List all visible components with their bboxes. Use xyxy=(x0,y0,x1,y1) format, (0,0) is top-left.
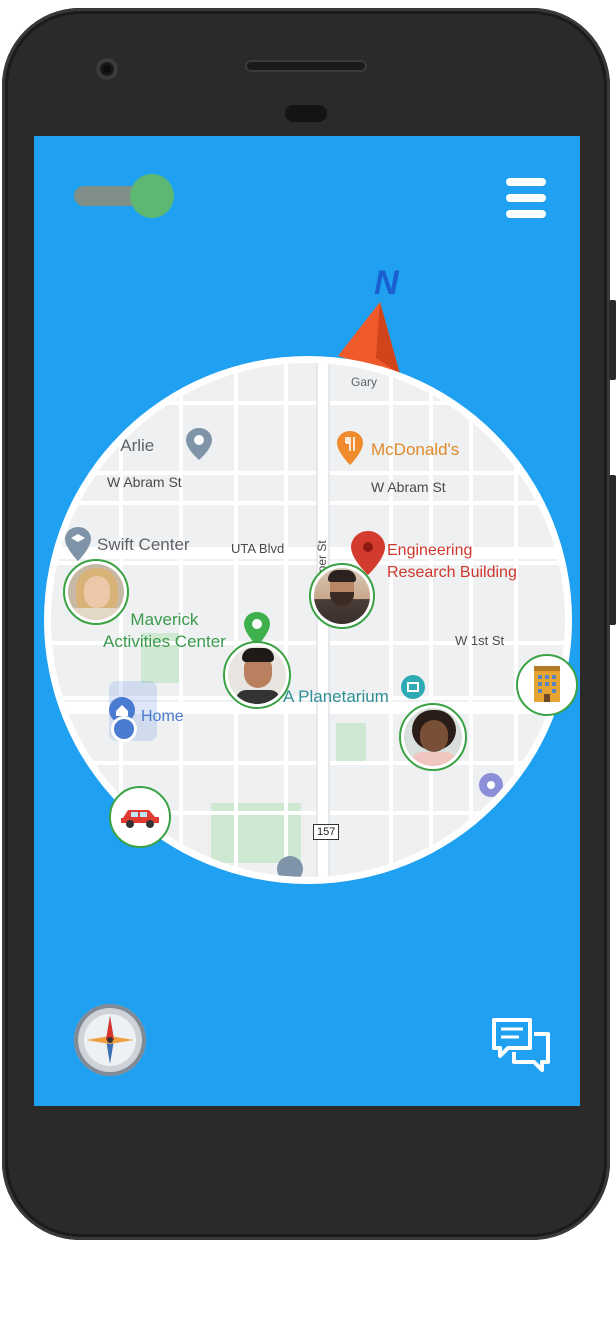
car-badge[interactable] xyxy=(109,786,171,848)
office-building-icon xyxy=(534,666,560,702)
phone-frame: N Gary e Arlie McDonald's W Abram St W A… xyxy=(2,8,610,1240)
label-uta-blvd: UTA Blvd xyxy=(231,541,285,556)
north-letter-icon: N xyxy=(374,264,399,302)
menu-bar xyxy=(506,178,546,186)
earpiece-speaker xyxy=(245,60,367,72)
building-badge[interactable] xyxy=(516,654,578,716)
purple-place-icon[interactable] xyxy=(479,773,503,797)
friend-avatar-bearded-man[interactable] xyxy=(309,563,375,629)
label-planetarium[interactable]: A Planetarium xyxy=(283,687,389,707)
label-first-st: W 1st St xyxy=(455,633,505,648)
label-arlie: e Arlie xyxy=(107,436,155,455)
app-screen: N Gary e Arlie McDonald's W Abram St W A… xyxy=(34,136,580,1106)
label-engineering-line1: Engineering xyxy=(387,542,473,559)
label-maverick[interactable]: Maverick Activities Center xyxy=(103,609,226,653)
label-engineering[interactable]: Engineering Research Building xyxy=(387,540,517,584)
menu-bar xyxy=(506,210,546,218)
front-camera xyxy=(96,58,118,80)
power-button xyxy=(609,475,616,625)
label-abram-left: W Abram St xyxy=(107,474,182,490)
compass-rose xyxy=(84,1014,136,1066)
school-pin-icon[interactable] xyxy=(65,527,91,561)
car-icon xyxy=(121,810,159,828)
route-157-shield: 157 xyxy=(313,824,340,840)
label-swift-center: Swift Center xyxy=(97,535,190,554)
label-engineering-line2: Research Building xyxy=(387,564,517,581)
volume-button xyxy=(609,300,616,380)
compass-icon[interactable] xyxy=(74,1004,146,1076)
gray-place-pin-icon[interactable] xyxy=(186,428,212,460)
label-mcdonalds[interactable]: McDonald's xyxy=(371,440,459,460)
menu-bar xyxy=(506,194,546,202)
gray-bottom-pin-icon[interactable] xyxy=(277,856,303,877)
proximity-sensor xyxy=(285,105,327,122)
label-abram-right: W Abram St xyxy=(371,479,446,495)
label-maverick-line2: Activities Center xyxy=(103,632,226,651)
label-home[interactable]: Home xyxy=(141,708,184,726)
hamburger-menu-icon[interactable] xyxy=(506,178,550,218)
friend-avatar-woman-glasses[interactable] xyxy=(399,703,467,771)
restaurant-pin-icon[interactable] xyxy=(337,431,363,465)
my-location-dot[interactable] xyxy=(114,719,134,739)
friend-avatar-blonde-woman[interactable] xyxy=(63,559,129,625)
friend-avatar-young-man[interactable] xyxy=(223,641,291,709)
theater-pin-icon[interactable] xyxy=(401,675,425,699)
label-gary: Gary xyxy=(351,375,378,389)
chat-bubbles-icon[interactable] xyxy=(490,1016,552,1074)
toggle-knob[interactable] xyxy=(130,174,174,218)
visibility-toggle[interactable] xyxy=(74,174,178,218)
